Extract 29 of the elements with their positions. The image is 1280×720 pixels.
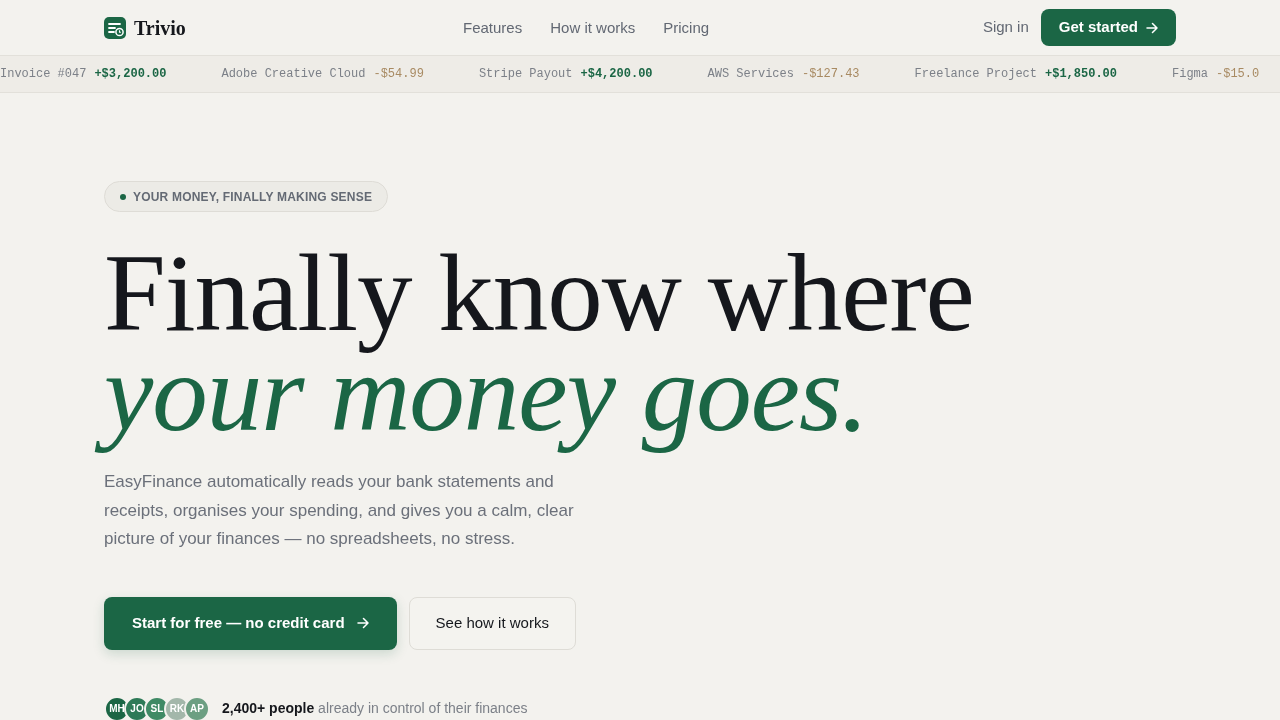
transaction-label: Freelance Project <box>914 66 1037 83</box>
start-free-button[interactable]: Start for free — no credit card <box>104 596 397 650</box>
transaction-amount: +$3,200.00 <box>94 66 167 83</box>
transaction-amount: -$54.99 <box>373 66 424 83</box>
social-proof-text: 2,400+ people already in control of their finances <box>222 699 528 718</box>
transaction-label: Adobe Creative Cloud <box>221 66 366 83</box>
hero-description: EasyFinance automatically reads your bank statements and receipts, organises your spending, and gives you a calm, clear picture of your finances — no spreadsheets, no stress. <box>104 471 575 550</box>
brand-name[interactable]: Trivio <box>134 12 186 43</box>
transaction-amount: -$15.0 <box>1216 66 1260 83</box>
nav-link[interactable]: How it works <box>550 16 636 40</box>
nav-link[interactable]: Pricing <box>663 16 710 40</box>
headline: Finally know where your money goes. <box>92 243 1022 459</box>
user-avatar: AP <box>184 695 210 720</box>
eyebrow-text: YOUR MONEY, FINALLY MAKING SENSE <box>133 188 373 206</box>
transaction-amount: +$1,850.00 <box>1045 66 1117 83</box>
transaction-amount: -$127.43 <box>801 66 860 83</box>
arrow-right-icon <box>1146 21 1158 34</box>
arrow-right-icon <box>356 617 369 629</box>
logo-icon <box>104 16 126 39</box>
sign-in-link[interactable]: Sign in <box>982 16 1029 39</box>
transaction-amount: +$4,200.00 <box>580 66 653 83</box>
status-dot-icon <box>120 193 126 200</box>
transaction-label: Figma <box>1172 66 1208 83</box>
see-how-button[interactable]: See how it works <box>408 596 576 650</box>
nav-link[interactable]: Features <box>463 16 523 40</box>
transaction-label: AWS Services <box>707 66 794 83</box>
transaction-label: Stripe Payout <box>478 66 573 83</box>
transaction-label: Invoice #047 <box>0 66 87 83</box>
get-started-button[interactable]: Get started <box>1040 9 1176 46</box>
